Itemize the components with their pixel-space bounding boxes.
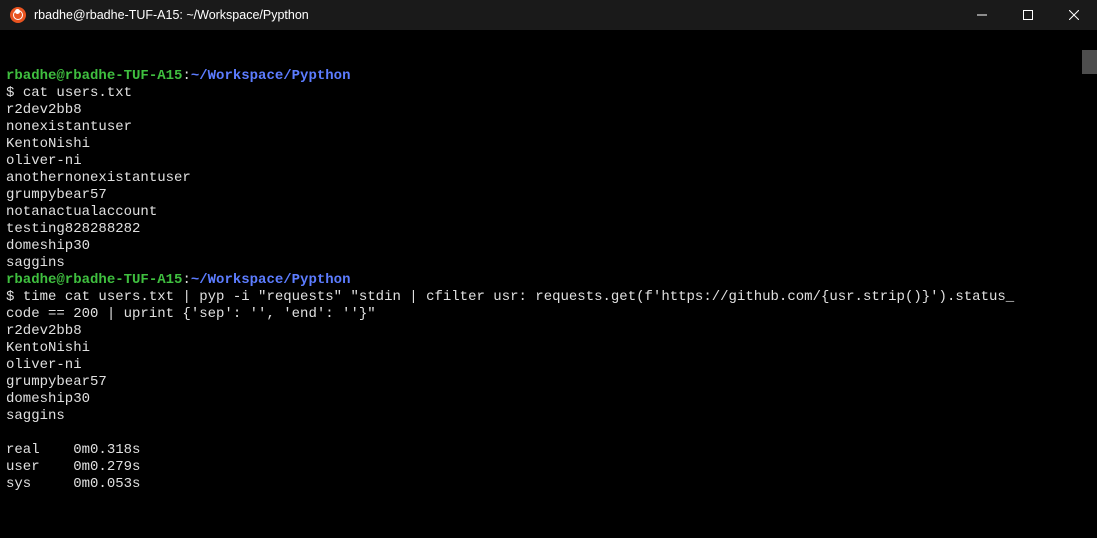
prompt-symbol: $ [6,289,23,305]
output-text: KentoNishi [6,136,90,152]
prompt-user-host: rbadhe@rbadhe-TUF-A15 [6,68,182,84]
output-text: domeship30 [6,238,90,254]
output-text: r2dev2bb8 [6,102,82,118]
output-text: anothernonexistantuser [6,170,191,186]
output-text: grumpybear57 [6,187,107,203]
output-text: user 0m0.279s [6,459,140,475]
terminal-line: oliver-ni [6,357,1091,374]
terminal-line: rbadhe@rbadhe-TUF-A15:~/Workspace/Pyptho… [6,272,1091,289]
prompt-path: ~/Workspace/Pypthon [191,272,351,288]
terminal-line: testing828288282 [6,221,1091,238]
output-text: testing828288282 [6,221,140,237]
terminal-area[interactable]: rbadhe@rbadhe-TUF-A15:~/Workspace/Pyptho… [0,30,1097,538]
prompt-sep: : [182,272,190,288]
command-text: code == 200 | uprint {'sep': '', 'end': … [6,306,376,322]
output-text: domeship30 [6,391,90,407]
output-text: oliver-ni [6,153,82,169]
terminal-line: real 0m0.318s [6,442,1091,459]
output-text: sys 0m0.053s [6,476,140,492]
terminal-line: oliver-ni [6,153,1091,170]
output-text: nonexistantuser [6,119,132,135]
scrollbar-track[interactable] [1082,30,1097,538]
output-text: saggins [6,255,65,271]
minimize-button[interactable] [959,0,1005,30]
close-icon [1069,10,1079,20]
terminal-line: KentoNishi [6,136,1091,153]
output-text: saggins [6,408,65,424]
prompt-symbol: $ [6,85,23,101]
terminal-line: grumpybear57 [6,374,1091,391]
terminal-line: KentoNishi [6,340,1091,357]
terminal-line: sys 0m0.053s [6,476,1091,493]
terminal-line: anothernonexistantuser [6,170,1091,187]
ubuntu-icon [10,7,26,23]
output-text: grumpybear57 [6,374,107,390]
terminal-line: $ cat users.txt [6,85,1091,102]
terminal-line: saggins [6,255,1091,272]
window-title: rbadhe@rbadhe-TUF-A15: ~/Workspace/Pypth… [34,7,309,24]
minimize-icon [977,10,987,20]
output-text: r2dev2bb8 [6,323,82,339]
terminal-line: r2dev2bb8 [6,323,1091,340]
terminal-line: domeship30 [6,238,1091,255]
scrollbar-thumb[interactable] [1082,50,1097,74]
terminal-line: domeship30 [6,391,1091,408]
terminal-line: grumpybear57 [6,187,1091,204]
command-text: cat users.txt [23,85,132,101]
prompt-path: ~/Workspace/Pypthon [191,68,351,84]
terminal-line: $ time cat users.txt | pyp -i "requests"… [6,289,1091,306]
terminal-line: nonexistantuser [6,119,1091,136]
window-titlebar: rbadhe@rbadhe-TUF-A15: ~/Workspace/Pypth… [0,0,1097,30]
output-text: notanactualaccount [6,204,157,220]
command-text: time cat users.txt | pyp -i "requests" "… [23,289,1014,305]
output-text: KentoNishi [6,340,90,356]
output-text: oliver-ni [6,357,82,373]
terminal-line: code == 200 | uprint {'sep': '', 'end': … [6,306,1091,323]
prompt-sep: : [182,68,190,84]
terminal-line: saggins [6,408,1091,425]
terminal-line: notanactualaccount [6,204,1091,221]
terminal-line: user 0m0.279s [6,459,1091,476]
output-text: real 0m0.318s [6,442,140,458]
terminal-line [6,425,1091,442]
maximize-icon [1023,10,1033,20]
prompt-user-host: rbadhe@rbadhe-TUF-A15 [6,272,182,288]
close-button[interactable] [1051,0,1097,30]
maximize-button[interactable] [1005,0,1051,30]
terminal-line: rbadhe@rbadhe-TUF-A15:~/Workspace/Pyptho… [6,68,1091,85]
terminal-line: r2dev2bb8 [6,102,1091,119]
